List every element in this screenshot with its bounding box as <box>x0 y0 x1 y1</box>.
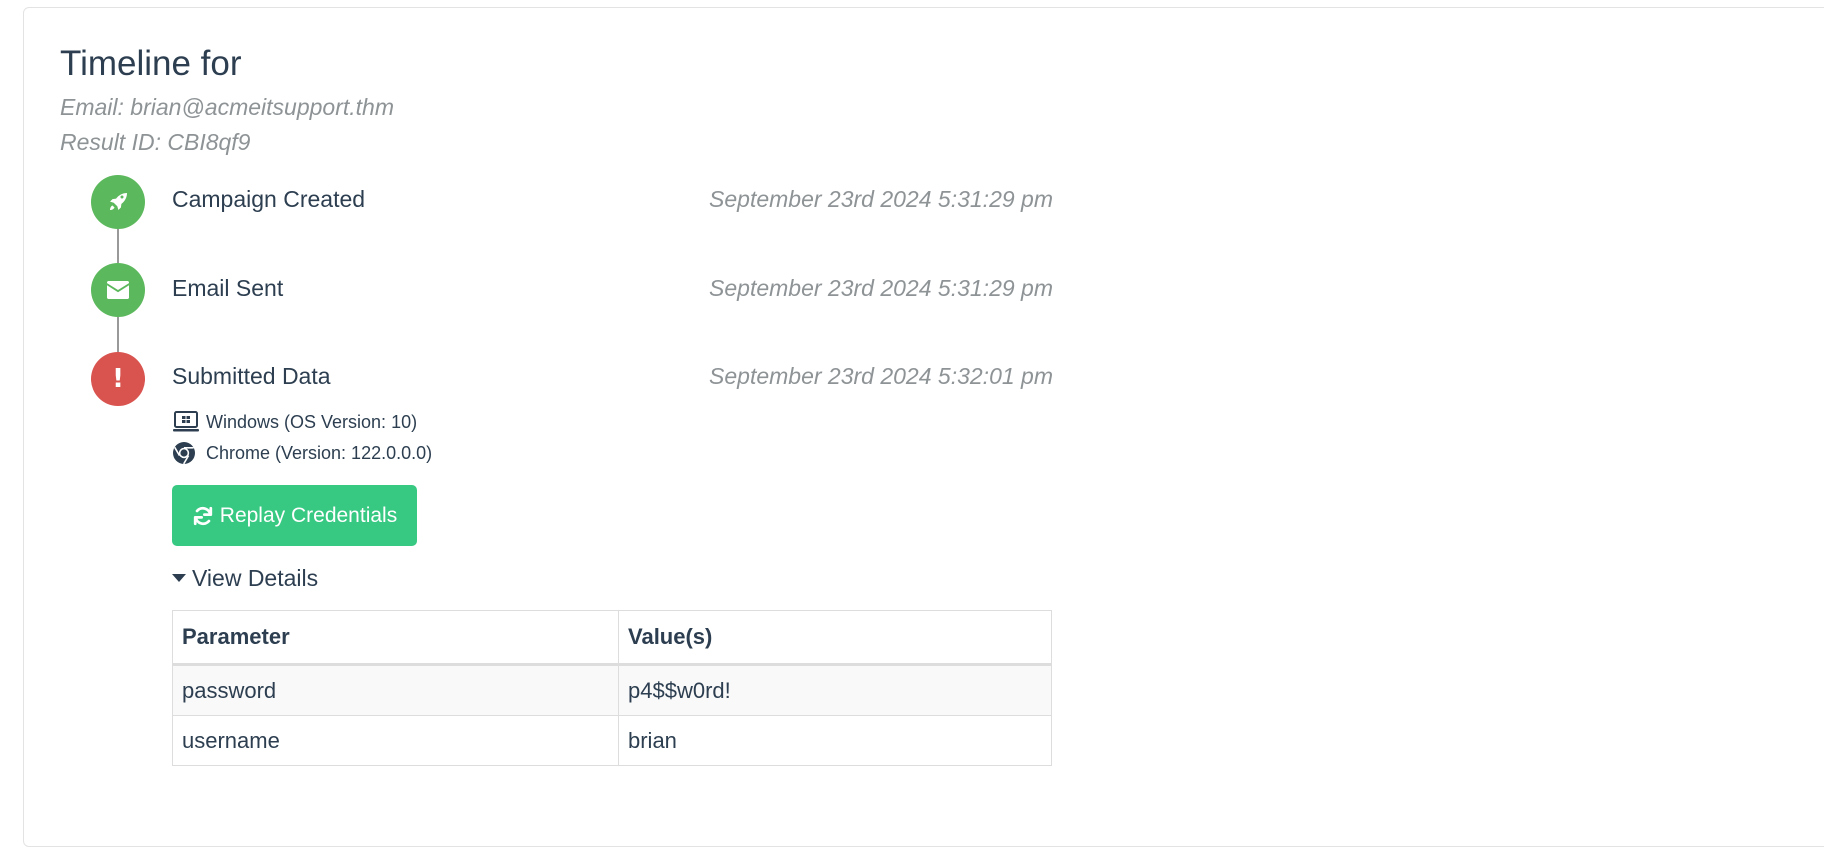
value-cell: p4$$w0rd! <box>618 664 1052 716</box>
parameter-cell: password <box>172 664 619 716</box>
page-title: Timeline for <box>60 44 242 83</box>
windows-laptop-icon <box>172 409 200 435</box>
caret-down-icon <box>172 573 186 583</box>
browser-info: Chrome (Version: 122.0.0.0) <box>172 440 432 466</box>
submitted-data-table: Parameter Value(s) password p4$$w0rd! us… <box>172 610 1052 766</box>
event-label: Email Sent <box>172 275 284 301</box>
envelope-icon <box>91 263 145 317</box>
event-time: September 23rd 2024 5:31:29 pm <box>709 186 1053 212</box>
chrome-icon <box>172 440 200 466</box>
table-row: password p4$$w0rd! <box>172 664 1052 716</box>
table-row: username brian <box>172 715 1052 766</box>
event-time: September 23rd 2024 5:31:29 pm <box>709 275 1053 301</box>
replay-credentials-button[interactable]: Replay Credentials <box>172 485 417 546</box>
browser-text: Chrome (Version: 122.0.0.0) <box>206 442 433 463</box>
event-time: September 23rd 2024 5:32:01 pm <box>709 363 1053 389</box>
value-cell: brian <box>618 715 1052 766</box>
email-line: Email: brian@acmeitsupport.thm <box>60 94 394 120</box>
refresh-icon <box>192 505 214 527</box>
event-label: Submitted Data <box>172 363 331 389</box>
replay-credentials-label: Replay Credentials <box>219 503 398 527</box>
os-info: Windows (OS Version: 10) <box>172 409 417 435</box>
exclamation-icon: ! <box>91 352 145 406</box>
rocket-icon <box>91 175 145 229</box>
column-header-values: Value(s) <box>618 610 1052 666</box>
table-header-row: Parameter Value(s) <box>172 610 1052 666</box>
os-text: Windows (OS Version: 10) <box>206 411 418 432</box>
timeline-connector <box>117 229 119 263</box>
timeline-connector <box>117 317 119 352</box>
view-details-toggle[interactable]: View Details <box>172 563 318 593</box>
parameter-cell: username <box>172 715 619 766</box>
view-details-label: View Details <box>192 565 319 591</box>
result-id-line: Result ID: CBI8qf9 <box>60 129 251 155</box>
event-label: Campaign Created <box>172 186 366 212</box>
column-header-parameter: Parameter <box>172 610 619 666</box>
